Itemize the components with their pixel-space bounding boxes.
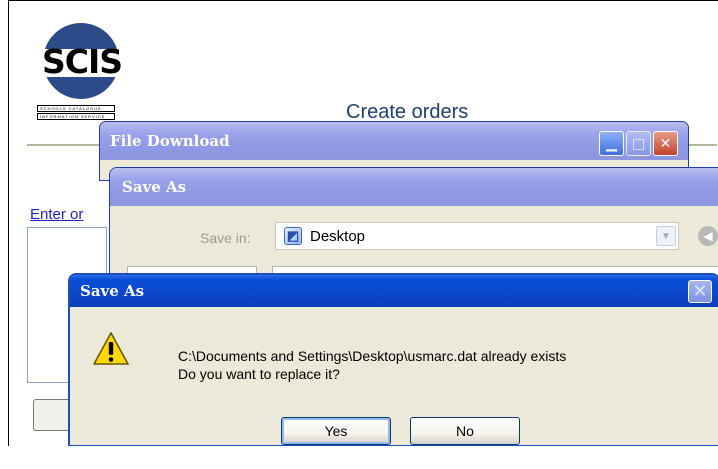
browser-page: SCIS SCHOOLS CATALOGUE INFORMATION SERVI… — [8, 0, 718, 446]
chevron-down-icon[interactable]: ▼ — [656, 226, 676, 246]
logo-line-2: INFORMATION SERVICE — [37, 113, 115, 120]
no-button[interactable]: No — [410, 417, 520, 445]
close-icon[interactable]: ✕ — [653, 131, 678, 156]
yes-button[interactable]: Yes — [281, 417, 391, 445]
close-icon[interactable]: ✕ — [688, 280, 712, 303]
confirm-titlebar[interactable]: Save As — [70, 275, 718, 307]
confirm-save-as-dialog: Save As ✕ C:\Documents and Settings\Desk… — [68, 273, 718, 446]
window-controls: ▁ □ ✕ — [599, 131, 678, 156]
maximize-icon[interactable]: □ — [626, 131, 651, 156]
save-as-title: Save As — [122, 178, 187, 196]
confirm-title: Save As — [80, 282, 145, 300]
message-line-1: C:\Documents and Settings\Desktop\usmarc… — [178, 348, 567, 364]
desktop-folder-icon: ◩ — [284, 227, 302, 245]
logo-text: SCIS — [41, 42, 123, 81]
warning-icon — [93, 332, 129, 365]
logo-line-1: SCHOOLS CATALOGUE — [37, 105, 115, 112]
save-in-value: Desktop — [310, 227, 366, 245]
file-download-title: File Download — [110, 132, 230, 150]
save-in-label: Save in: — [200, 230, 251, 246]
enter-link[interactable]: Enter or — [30, 206, 83, 223]
back-arrow-icon[interactable]: ◀ — [698, 226, 718, 246]
scis-logo: SCIS SCHOOLS CATALOGUE INFORMATION SERVI… — [37, 23, 127, 121]
confirm-message: C:\Documents and Settings\Desktop\usmarc… — [178, 347, 566, 383]
message-line-2: Do you want to replace it? — [178, 366, 340, 382]
minimize-icon[interactable]: ▁ — [599, 131, 624, 156]
save-as-titlebar[interactable]: Save As — [110, 168, 718, 206]
save-in-combo[interactable]: ◩ Desktop ▼ — [275, 222, 679, 250]
